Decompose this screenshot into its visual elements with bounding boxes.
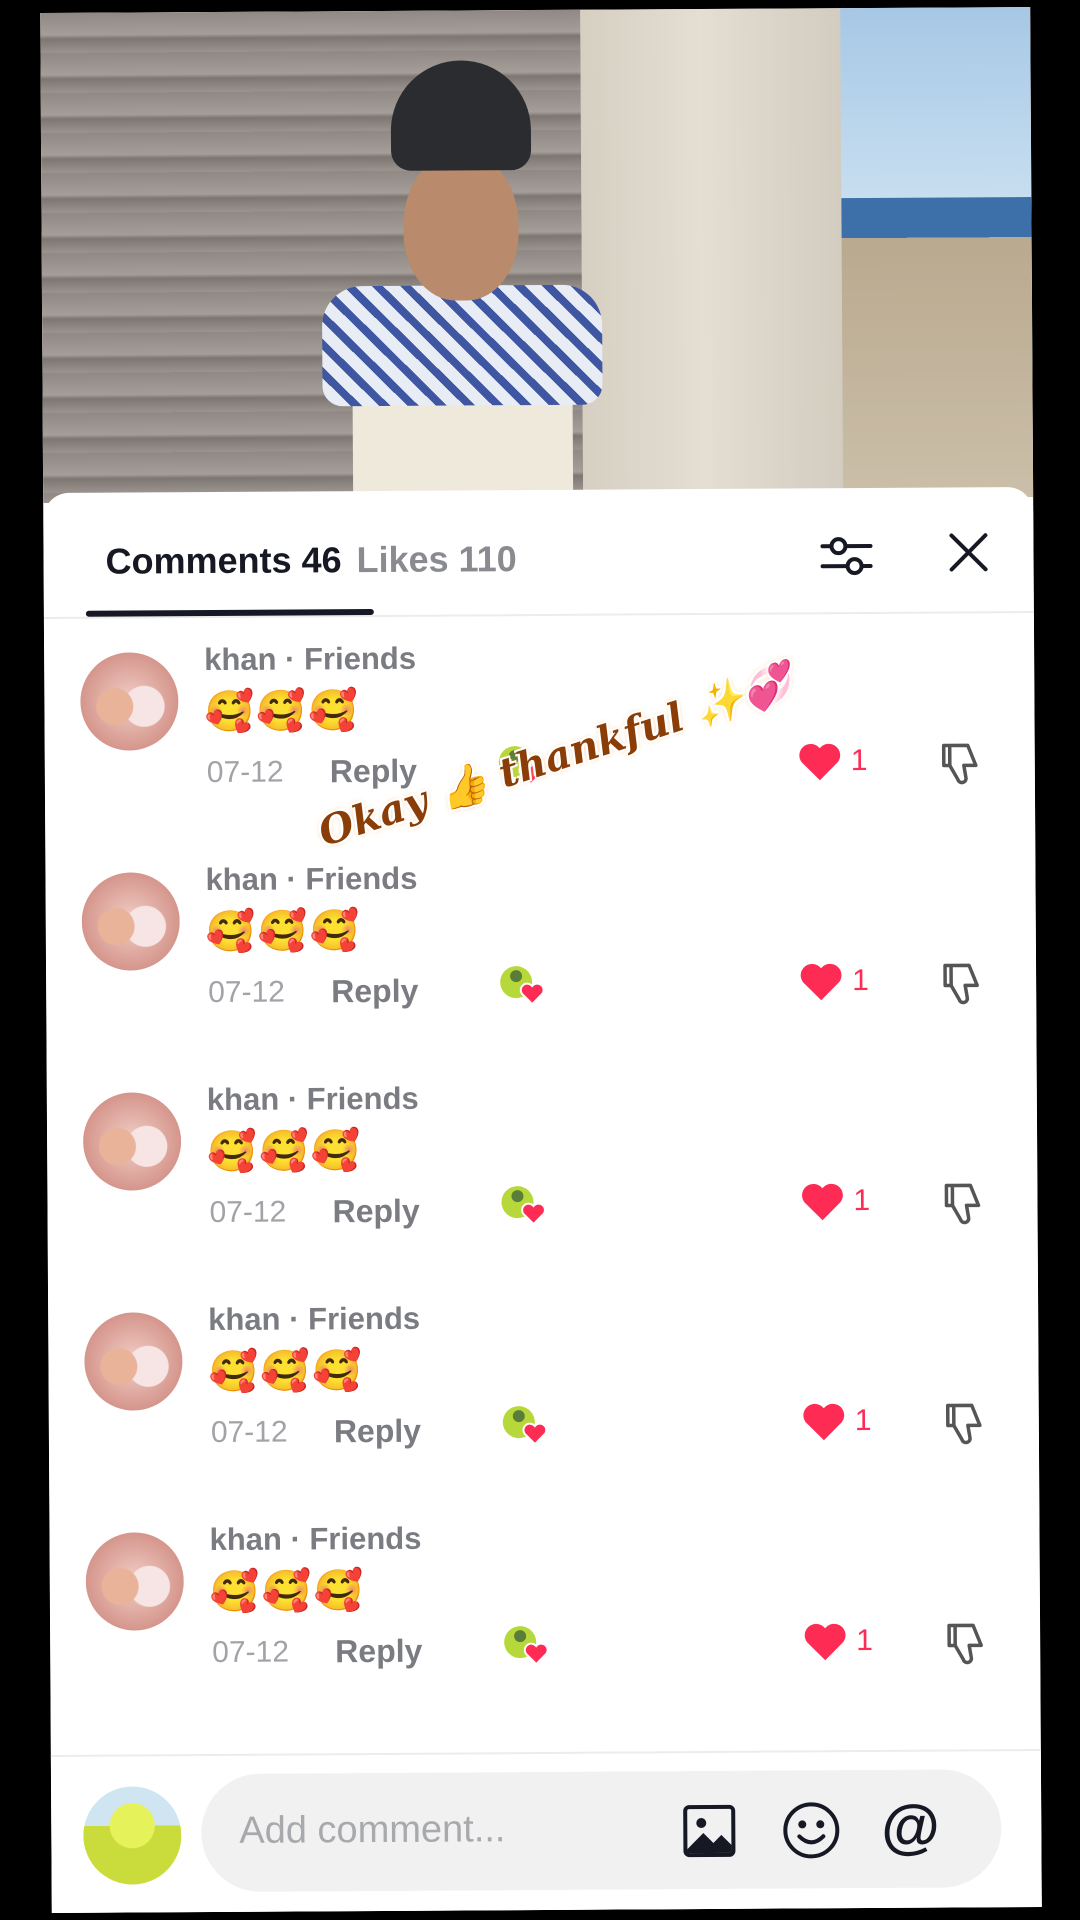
comment-item[interactable]: khan · Friends 🥰🥰🥰 07-12 Reply 1 xyxy=(47,1051,1038,1277)
avatar[interactable] xyxy=(85,1532,185,1631)
comment-text: 🥰🥰🥰 xyxy=(205,909,362,955)
thumbs-down-icon[interactable] xyxy=(940,1179,986,1225)
video-preview[interactable] xyxy=(40,6,1034,504)
comment-author[interactable]: khan · Friends xyxy=(205,861,417,898)
reply-button[interactable]: Reply xyxy=(331,973,418,1011)
comment-date: 07-12 xyxy=(206,755,284,790)
thumbs-down-icon[interactable] xyxy=(938,739,984,785)
creator-liked-icon xyxy=(501,1186,546,1226)
heart-icon[interactable] xyxy=(797,740,843,782)
avatar[interactable] xyxy=(84,1312,183,1411)
like-count: 1 xyxy=(850,744,868,778)
comment-item[interactable]: khan · Friends 🥰🥰🥰 07-12 Reply 1 xyxy=(44,611,1035,837)
comment-author[interactable]: khan · Friends xyxy=(209,1521,421,1558)
avatar[interactable] xyxy=(80,652,179,751)
person-face xyxy=(403,150,519,301)
comment-text: 🥰🥰🥰 xyxy=(207,1129,363,1175)
avatar[interactable] xyxy=(82,1092,182,1191)
video-sky-background xyxy=(840,6,1032,209)
emoji-icon[interactable] xyxy=(781,1800,841,1860)
comment-date: 07-12 xyxy=(208,975,286,1010)
close-icon[interactable] xyxy=(943,527,993,577)
like-count: 1 xyxy=(854,1403,872,1438)
thumbs-down-icon[interactable] xyxy=(939,959,985,1005)
person-hat xyxy=(390,60,532,171)
comment-item[interactable]: khan · Friends 🥰🥰🥰 07-12 Reply 1 xyxy=(48,1271,1039,1497)
comment-item[interactable]: khan · Friends 🥰🥰🥰 07-12 Reply 1 xyxy=(45,831,1036,1057)
comment-item[interactable]: khan · Friends 🥰🥰🥰 07-12 Reply 1 xyxy=(49,1491,1040,1717)
heart-icon[interactable] xyxy=(799,1180,845,1222)
mention-icon[interactable]: @ xyxy=(881,1792,940,1861)
comment-input-placeholder: Add comment... xyxy=(239,1808,506,1852)
comment-date: 07-12 xyxy=(210,1415,288,1450)
reply-button[interactable]: Reply xyxy=(335,1633,422,1671)
sliders-icon[interactable] xyxy=(818,528,874,584)
tab-likes[interactable]: Likes 110 xyxy=(356,538,516,581)
creator-liked-icon xyxy=(500,966,545,1006)
like-count: 1 xyxy=(852,963,869,998)
comment-author[interactable]: khan · Friends xyxy=(207,1081,419,1118)
comment-author[interactable]: khan · Friends xyxy=(208,1301,420,1338)
avatar[interactable] xyxy=(81,872,181,971)
comment-input[interactable]: Add comment... @ xyxy=(200,1769,1002,1893)
comment-input-bar: Add comment... @ xyxy=(50,1748,1042,1914)
image-icon[interactable] xyxy=(681,1803,737,1859)
comment-date: 07-12 xyxy=(212,1635,290,1670)
creator-liked-icon xyxy=(504,1626,549,1666)
heart-icon[interactable] xyxy=(801,1400,847,1442)
comment-date: 07-12 xyxy=(209,1195,287,1230)
reply-button[interactable]: Reply xyxy=(334,1413,421,1451)
thumbs-down-icon[interactable] xyxy=(942,1399,988,1445)
comment-text: 🥰🥰🥰 xyxy=(204,689,361,735)
thumbs-down-icon[interactable] xyxy=(943,1619,989,1665)
my-avatar[interactable] xyxy=(83,1786,182,1885)
heart-icon[interactable] xyxy=(798,960,844,1002)
video-wall-background xyxy=(580,7,884,500)
heart-icon[interactable] xyxy=(802,1620,848,1662)
person-scarf xyxy=(321,284,603,407)
reply-button[interactable]: Reply xyxy=(332,1193,419,1231)
comment-author[interactable]: khan · Friends xyxy=(204,641,416,678)
video-building-background xyxy=(841,196,1034,499)
like-count: 1 xyxy=(856,1623,873,1658)
tab-bar: Comments 46 Likes 110 xyxy=(43,486,1034,620)
tab-comments[interactable]: Comments 46 xyxy=(105,539,341,582)
comment-text: 🥰🥰🥰 xyxy=(208,1349,365,1395)
comments-sheet: Comments 46 Likes 110 khan · Friends 🥰🥰🥰… xyxy=(43,486,1042,1914)
like-count: 1 xyxy=(853,1183,871,1218)
video-person xyxy=(290,50,613,504)
app-frame: Comments 46 Likes 110 khan · Friends 🥰🥰🥰… xyxy=(40,6,1042,1914)
comment-text: 🥰🥰🥰 xyxy=(209,1569,366,1615)
creator-liked-icon xyxy=(502,1406,548,1446)
